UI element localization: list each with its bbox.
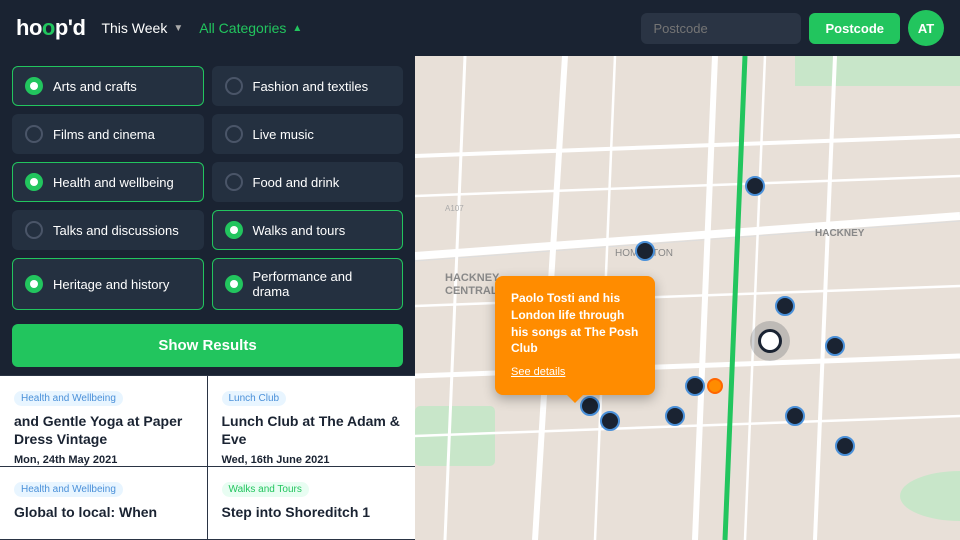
- category-radio-heritage: [25, 275, 43, 293]
- logo-accent: o: [42, 15, 55, 40]
- logo: hoop'd: [16, 15, 85, 41]
- category-item-live-music[interactable]: Live music: [212, 114, 404, 154]
- category-label-health: Health and wellbeing: [53, 175, 174, 190]
- category-radio-performance: [225, 275, 243, 293]
- category-radio-talks: [25, 221, 43, 239]
- event-card-2: Health and Wellbeing Global to local: Whe…: [0, 467, 208, 540]
- map-panel: HACKNEY CENTRAL HOMERTON HACKNEY A107 Pa…: [415, 56, 960, 540]
- map-pin-7[interactable]: [785, 406, 805, 426]
- category-label-talks: Talks and discussions: [53, 223, 179, 238]
- event-date-1: Wed, 16th June 2021: [222, 454, 402, 466]
- category-label-films: Films and cinema: [53, 127, 155, 142]
- avatar[interactable]: AT: [908, 10, 944, 46]
- category-label-heritage: Heritage and history: [53, 277, 169, 292]
- category-item-arts[interactable]: Arts and crafts: [12, 66, 204, 106]
- all-categories-button[interactable]: All Categories ▲: [199, 20, 302, 36]
- event-title-2: Global to local: When: [14, 503, 193, 521]
- postcode-button[interactable]: Postcode: [809, 13, 900, 44]
- main-content: Arts and crafts Fashion and textiles Films…: [0, 56, 960, 540]
- postcode-input[interactable]: [641, 13, 801, 44]
- category-radio-fashion: [225, 77, 243, 95]
- category-radio-health: [25, 173, 43, 191]
- svg-text:CENTRAL: CENTRAL: [445, 285, 498, 297]
- event-badge-0: Health and Wellbeing: [14, 391, 123, 406]
- category-item-heritage[interactable]: Heritage and history: [12, 258, 204, 310]
- left-panel: Arts and crafts Fashion and textiles Films…: [0, 56, 415, 540]
- all-categories-label: All Categories: [199, 20, 286, 36]
- show-results-button[interactable]: Show Results: [12, 324, 403, 367]
- category-label-fashion: Fashion and textiles: [253, 79, 369, 94]
- map-pin-2[interactable]: [745, 176, 765, 196]
- chevron-up-icon: ▲: [292, 23, 302, 34]
- category-radio-food: [225, 173, 243, 191]
- event-card-0: Health and Wellbeing and Gentle Yoga at P…: [0, 376, 208, 467]
- event-badge-3: Walks and Tours: [222, 482, 309, 497]
- tooltip-title: Paolo Tosti and his London life through …: [511, 290, 639, 357]
- category-item-health[interactable]: Health and wellbeing: [12, 162, 204, 202]
- event-badge-2: Health and Wellbeing: [14, 482, 123, 497]
- event-title-3: Step into Shoreditch 1: [222, 503, 402, 521]
- categories-grid: Arts and crafts Fashion and textiles Films…: [0, 56, 415, 320]
- map-pin-9[interactable]: [580, 396, 600, 416]
- category-radio-walks: [225, 221, 243, 239]
- map-pin-8[interactable]: [835, 436, 855, 456]
- event-card-1: Lunch Club Lunch Club at The Adam & Eve We…: [208, 376, 416, 467]
- category-item-films[interactable]: Films and cinema: [12, 114, 204, 154]
- category-radio-live-music: [225, 125, 243, 143]
- chevron-down-icon: ▼: [173, 23, 183, 34]
- event-title-0: and Gentle Yoga at Paper Dress Vintage: [14, 412, 193, 448]
- event-title-1: Lunch Club at The Adam & Eve: [222, 412, 402, 448]
- map-tooltip: Paolo Tosti and his London life through …: [495, 276, 655, 395]
- map-pin-orange[interactable]: [707, 378, 723, 394]
- category-label-performance: Performance and drama: [253, 269, 391, 299]
- category-label-food: Food and drink: [253, 175, 340, 190]
- event-date-0: Mon, 24th May 2021: [14, 454, 193, 466]
- tooltip-see-details-link[interactable]: See details: [511, 366, 565, 378]
- category-item-walks[interactable]: Walks and tours: [212, 210, 404, 250]
- map-pin-6[interactable]: [665, 406, 685, 426]
- header: hoop'd This Week ▼ All Categories ▲ Post…: [0, 0, 960, 56]
- map-pin-active[interactable]: [758, 329, 782, 353]
- map-pin-4[interactable]: [825, 336, 845, 356]
- event-badge-1: Lunch Club: [222, 391, 287, 406]
- category-item-performance[interactable]: Performance and drama: [212, 258, 404, 310]
- category-label-live-music: Live music: [253, 127, 314, 142]
- svg-text:A107: A107: [445, 204, 464, 213]
- category-label-walks: Walks and tours: [253, 223, 346, 238]
- category-radio-arts: [25, 77, 43, 95]
- svg-text:HACKNEY: HACKNEY: [815, 228, 865, 239]
- svg-text:HACKNEY: HACKNEY: [445, 272, 500, 284]
- category-item-food[interactable]: Food and drink: [212, 162, 404, 202]
- category-label-arts: Arts and crafts: [53, 79, 137, 94]
- map-pin-5[interactable]: [685, 376, 705, 396]
- map-pin-1[interactable]: [635, 241, 655, 261]
- this-week-button[interactable]: This Week ▼: [101, 20, 183, 36]
- category-item-talks[interactable]: Talks and discussions: [12, 210, 204, 250]
- map-pin-3[interactable]: [775, 296, 795, 316]
- map-pin-10[interactable]: [600, 411, 620, 431]
- event-card-3: Walks and Tours Step into Shoreditch 1: [208, 467, 416, 540]
- events-grid: Health and Wellbeing and Gentle Yoga at P…: [0, 375, 415, 540]
- this-week-label: This Week: [101, 20, 167, 36]
- category-item-fashion[interactable]: Fashion and textiles: [212, 66, 404, 106]
- category-radio-films: [25, 125, 43, 143]
- search-area: Postcode AT: [641, 10, 944, 46]
